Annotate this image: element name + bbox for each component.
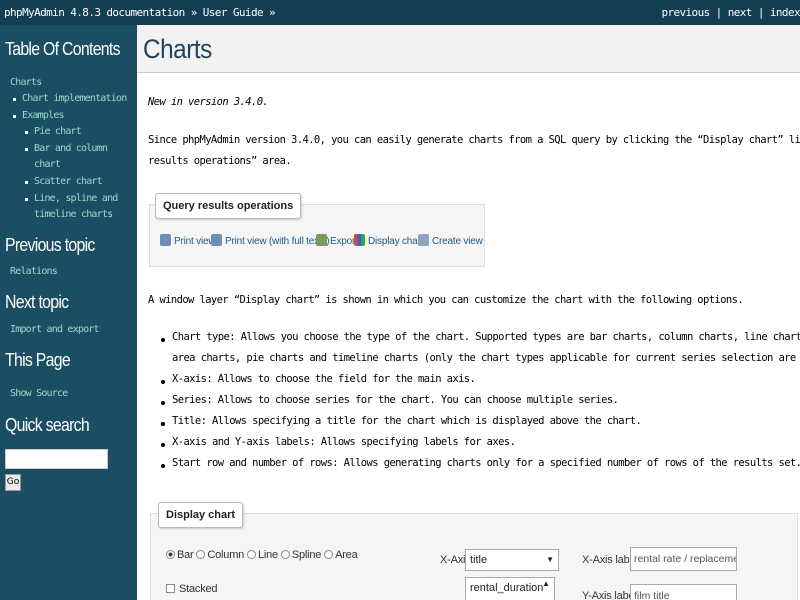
series-select-value: rental_duration (470, 582, 544, 594)
radio-area (324, 550, 334, 559)
toc-link-line-spline-timeline-cont[interactable]: timeline charts (34, 209, 113, 220)
view-icon (418, 234, 429, 246)
list-bullet (161, 401, 165, 405)
version-note: New in version 3.4.0. (148, 96, 269, 108)
query-results-operations-screenshot: Query results operations Print view Prin… (149, 193, 485, 267)
radio-area-label: Area (335, 549, 358, 561)
qro-print-view-label: Print view (174, 236, 216, 247)
x-axis-select: title ▼ (465, 549, 559, 571)
index-link[interactable]: index (770, 6, 800, 19)
y-axis-label-input: film title (630, 584, 737, 600)
breadcrumb-separator: » (263, 6, 276, 19)
toc-link-bar-column-chart-cont[interactable]: chart (34, 159, 61, 170)
intro-paragraph-line-1: Since phpMyAdmin version 3.4.0, you can … (148, 134, 800, 146)
list-bullet (161, 464, 165, 468)
qro-display-chart: Display chart (354, 234, 423, 250)
toc-link-charts[interactable]: Charts (10, 77, 42, 88)
list-bullet (161, 380, 165, 384)
toc-link-examples[interactable]: Examples (22, 110, 65, 121)
toc-link-line-spline-timeline[interactable]: Line, spline and (34, 193, 118, 204)
toc-bullet (13, 98, 16, 101)
qro-legend: Query results operations (155, 193, 302, 219)
display-chart-legend: Display chart (158, 502, 244, 528)
toc-link-chart-implementation[interactable]: Chart implementation (22, 93, 127, 104)
breadcrumb: phpMyAdmin 4.8.3 documentation » User Gu… (4, 0, 276, 25)
this-page-heading: This Page (5, 350, 71, 370)
print-icon (211, 234, 222, 246)
option-series: Series: Allows to choose series for the … (172, 394, 619, 406)
intro-paragraph-line-2: results operations” area. (148, 155, 292, 167)
previous-topic-link[interactable]: Relations (10, 266, 58, 277)
page-title: Charts (143, 34, 212, 64)
qro-export: Export (316, 234, 358, 250)
qro-print-view: Print view (160, 234, 216, 250)
main-content: Charts New in version 3.4.0. Since phpMy… (137, 25, 800, 600)
list-bullet (161, 338, 165, 342)
radio-line-label: Line (257, 549, 278, 561)
qro-create-view-label: Create view (432, 236, 483, 247)
print-icon (160, 234, 171, 246)
list-bullet (161, 422, 165, 426)
previous-link[interactable]: previous (661, 6, 710, 19)
window-layer-paragraph: A window layer “Display chart” is shown … (148, 294, 744, 306)
toc-bullet (13, 115, 16, 118)
chart-icon (354, 234, 365, 246)
radio-bar (166, 550, 175, 559)
option-axis-labels: X-axis and Y-axis labels: Allows specify… (172, 436, 516, 448)
breadcrumb-user-guide-link[interactable]: User Guide (203, 6, 264, 19)
show-source-link[interactable]: Show Source (10, 388, 68, 399)
export-icon (316, 234, 327, 246)
qro-display-chart-label: Display chart (368, 236, 424, 247)
toc-heading: Table Of Contents (5, 39, 121, 59)
x-axis-select-value: title (470, 554, 488, 566)
chevron-down-icon: ▼ (546, 555, 554, 564)
series-select: rental_duration ▲ (465, 577, 555, 600)
next-topic-heading: Next topic (5, 292, 69, 312)
toc-link-pie-chart[interactable]: Pie chart (34, 126, 82, 137)
sidebar: Table Of Contents Charts Chart implement… (0, 25, 137, 600)
toc-link-bar-column-chart[interactable]: Bar and column (34, 143, 108, 154)
breadcrumb-docs-link[interactable]: phpMyAdmin 4.8.3 documentation (4, 6, 185, 19)
qro-print-view-full: Print view (with full texts) (211, 234, 330, 250)
nav-separator: | (709, 6, 728, 19)
quick-search-heading: Quick search (5, 415, 90, 435)
option-chart-type-line-2: area charts, pie charts and timeline cha… (172, 352, 800, 364)
nav-separator: | (751, 6, 770, 19)
toc-bullet (25, 198, 28, 201)
toc-link-scatter-chart[interactable]: Scatter chart (34, 176, 103, 187)
qro-create-view: Create view (418, 234, 483, 250)
stacked-checkbox: Stacked (166, 583, 218, 595)
x-axis-label-input: rental rate / replacement cost (630, 547, 737, 571)
radio-spline (280, 550, 290, 559)
radio-column-label: Column (207, 549, 245, 561)
go-button[interactable]: Go (5, 474, 21, 491)
toc-bullet (25, 181, 28, 184)
radio-spline-label: Spline (291, 549, 322, 561)
option-start-row: Start row and number of rows: Allows gen… (172, 457, 800, 469)
option-title: Title: Allows specifying a title for the… (172, 415, 642, 427)
radio-line (246, 550, 256, 559)
option-chart-type-line-1: Chart type: Allows you choose the type o… (172, 331, 800, 343)
option-x-axis: X-axis: Allows to choose the field for t… (172, 373, 476, 385)
toc-bullet (25, 131, 28, 134)
radio-column (196, 550, 206, 559)
breadcrumb-separator: » (184, 6, 203, 19)
search-input[interactable] (5, 449, 108, 469)
stacked-label: Stacked (179, 583, 218, 595)
relbar-nav-links: previous | next | index (661, 0, 800, 25)
stacked-checkbox-box (166, 584, 175, 593)
toc-bullet (25, 148, 28, 151)
next-link[interactable]: next (728, 6, 753, 19)
previous-topic-heading: Previous topic (5, 235, 95, 255)
display-chart-screenshot: Display chart Bar Column Line Spline Are… (150, 502, 798, 600)
next-topic-link[interactable]: Import and export (10, 324, 100, 335)
radio-bar-label: Bar (177, 549, 194, 561)
top-navigation-bar: phpMyAdmin 4.8.3 documentation » User Gu… (0, 0, 800, 25)
chart-type-radios: Bar Column Line Spline Area (166, 549, 358, 561)
qro-print-view-full-label: Print view (with full texts) (225, 236, 330, 247)
page-title-bar: Charts (137, 25, 800, 73)
list-bullet (161, 443, 165, 447)
scroll-up-icon: ▲ (542, 579, 550, 588)
